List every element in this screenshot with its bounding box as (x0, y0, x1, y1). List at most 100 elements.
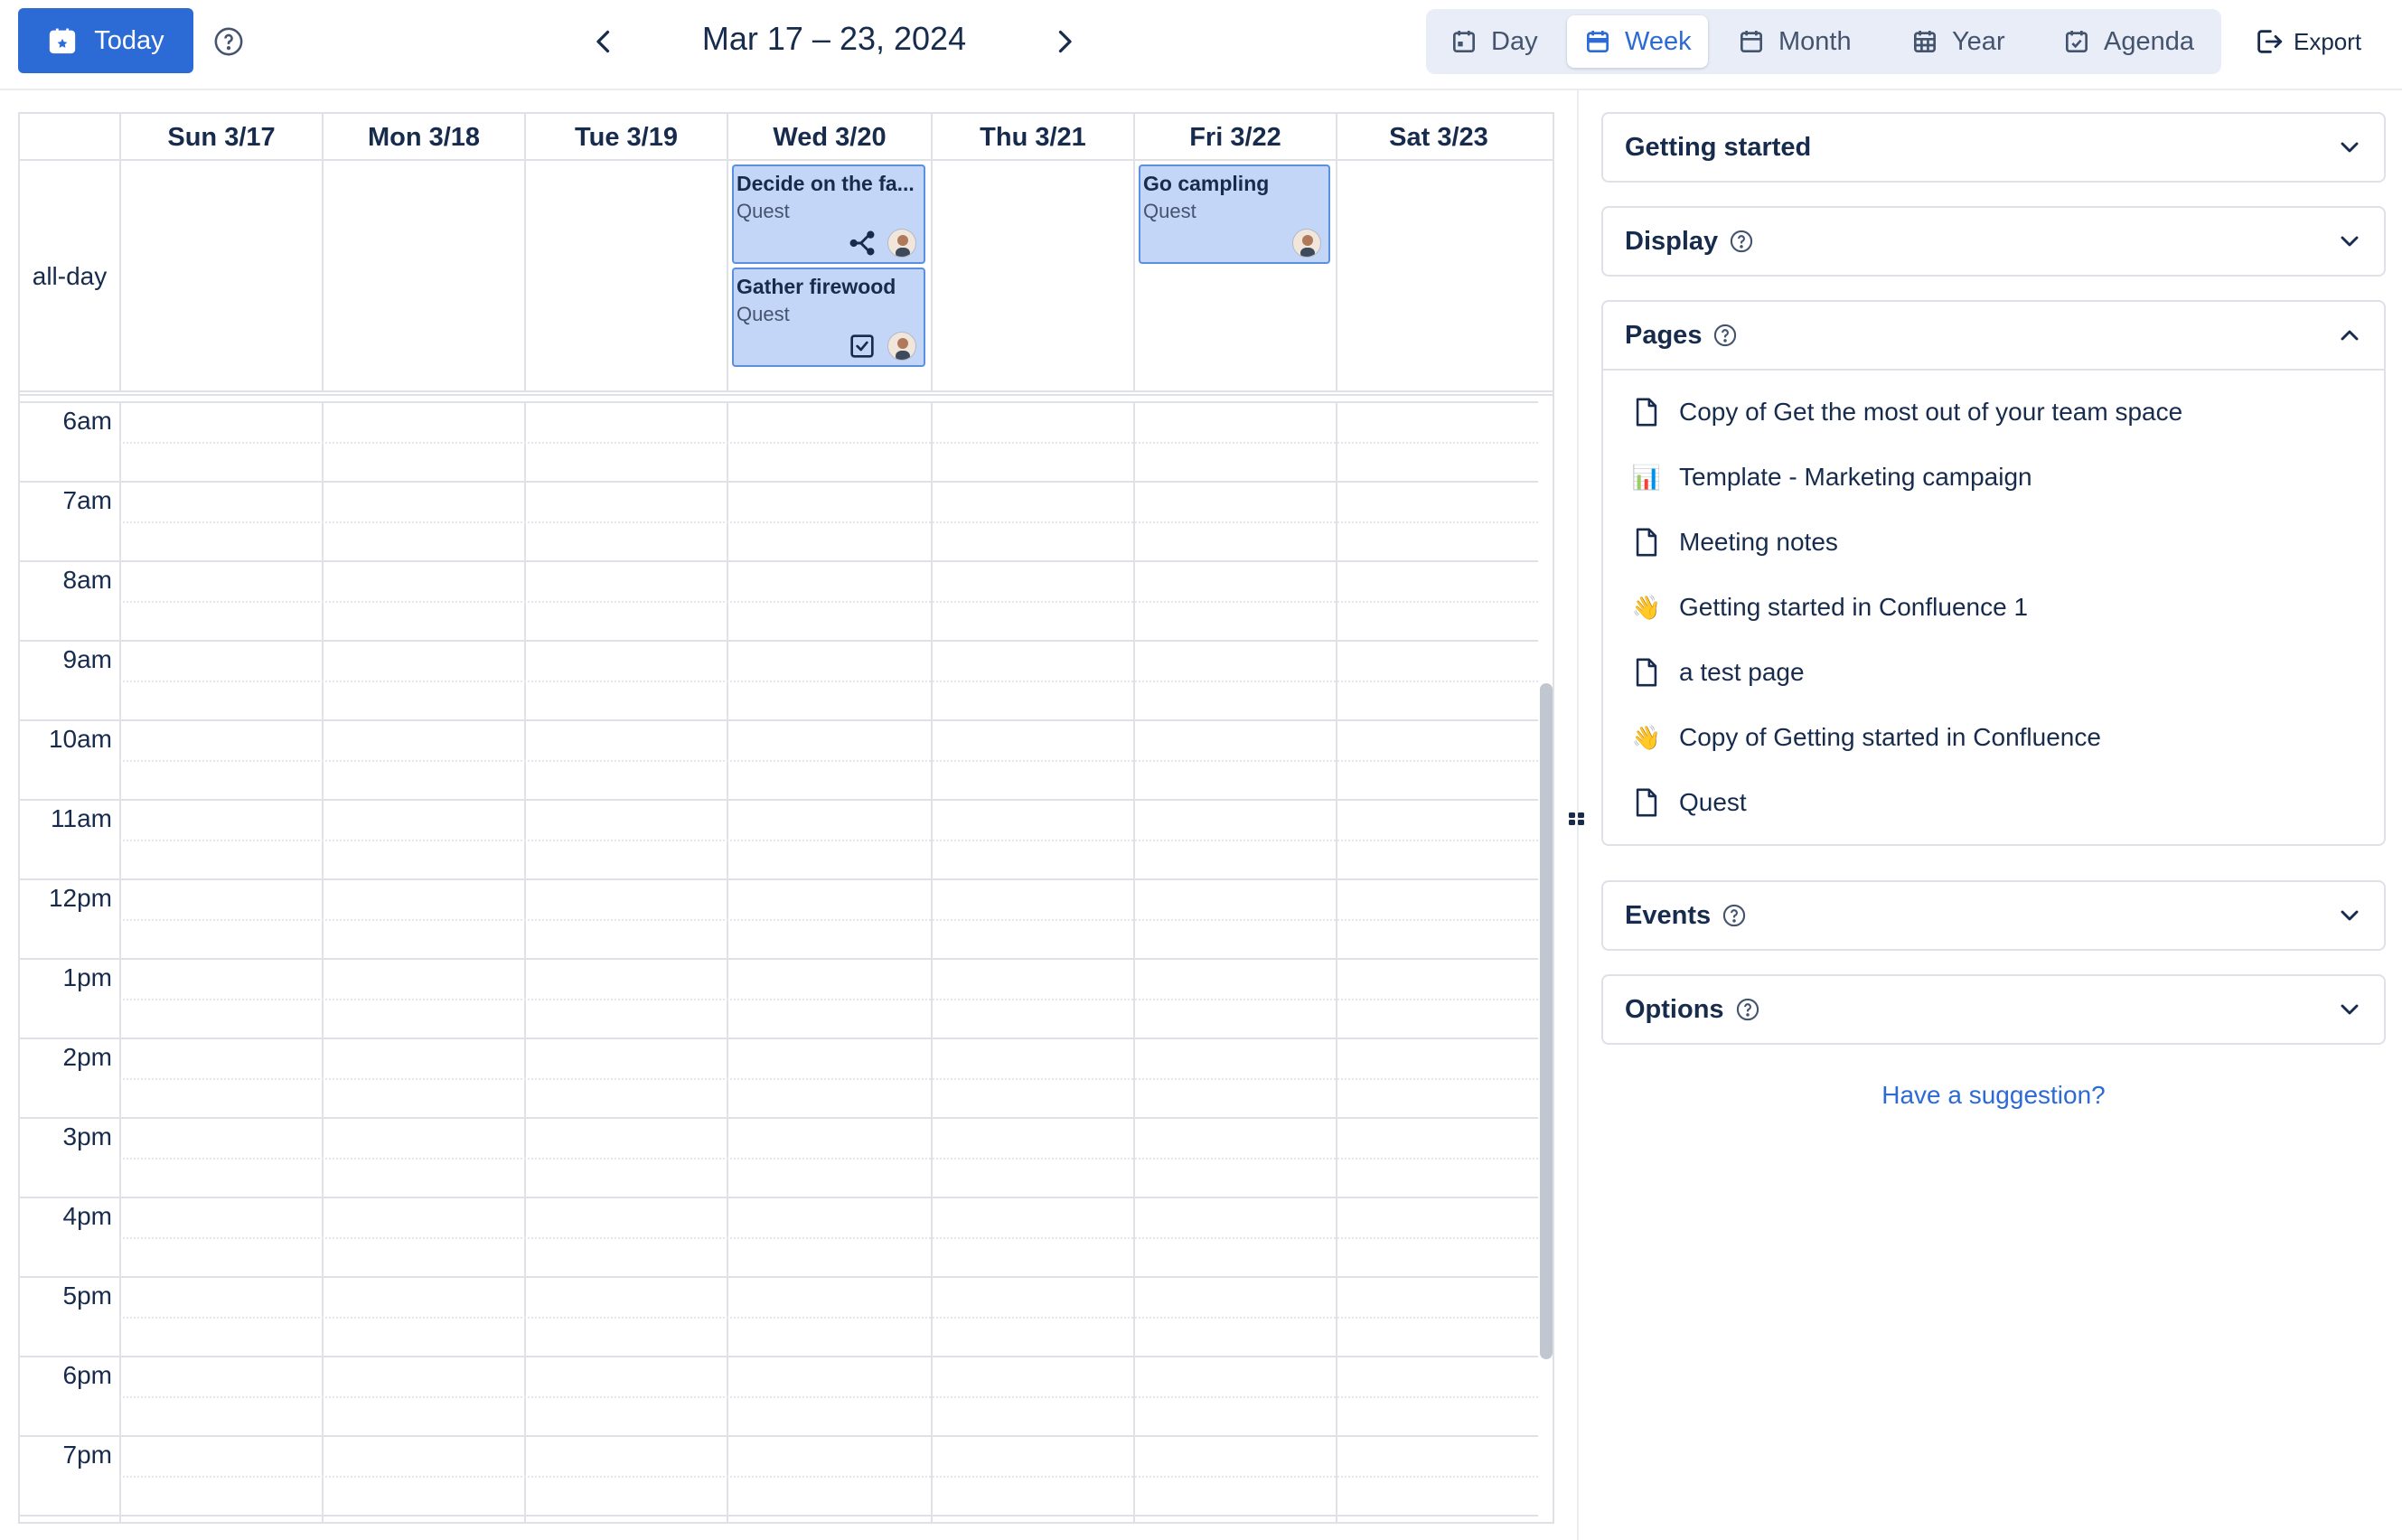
help-icon[interactable] (213, 26, 244, 57)
next-week-button[interactable] (1048, 23, 1081, 60)
hour-label: 6pm (62, 1361, 112, 1389)
resize-handle[interactable] (1567, 799, 1587, 839)
event-subtitle: Quest (1143, 200, 1196, 222)
view-agenda-button[interactable]: Agenda (2046, 15, 2210, 68)
page-list-item[interactable]: Meeting notes (1603, 510, 2384, 575)
view-month-label: Month (1778, 26, 1852, 56)
export-button[interactable]: Export (2254, 23, 2361, 60)
export-label: Export (2294, 27, 2362, 55)
hour-label: 2pm (62, 1043, 112, 1071)
panel-title: Options (1625, 994, 1724, 1024)
hour-label: 6am (62, 407, 112, 435)
day-header-sat: Sat 3/23 (1336, 114, 1540, 161)
view-year-button[interactable]: Year (1894, 15, 2022, 68)
view-week-button[interactable]: Week (1567, 15, 1708, 68)
calendar-month-icon (1741, 31, 1762, 52)
hour-row: 10am (20, 719, 1538, 799)
hour-label: 3pm (62, 1122, 112, 1150)
previous-week-button[interactable] (587, 23, 620, 60)
suggestion-link[interactable]: Have a suggestion? (1601, 1081, 2386, 1110)
hour-label: 11am (51, 804, 112, 832)
help-icon[interactable] (1712, 323, 1738, 348)
page-list-item[interactable]: 👋 Copy of Getting started in Confluence (1603, 705, 2384, 770)
page-label: Template - Marketing campaign (1679, 463, 2032, 491)
day-header-mon: Mon 3/18 (322, 114, 524, 161)
calendar-event[interactable]: Gather firewood Quest (732, 268, 925, 367)
chevron-down-icon (2341, 1004, 2359, 1015)
event-subtitle: Quest (737, 200, 790, 222)
hour-row: 2pm (20, 1038, 1538, 1117)
help-icon[interactable] (1729, 229, 1754, 254)
checkbox-icon (850, 334, 874, 358)
view-day-button[interactable]: Day (1433, 15, 1554, 68)
page-list-item[interactable]: a test page (1603, 640, 2384, 705)
page-label: Quest (1679, 788, 1747, 816)
day-header-sun: Sun 3/17 (119, 114, 322, 161)
avatar[interactable] (1292, 229, 1321, 258)
page-list-item[interactable]: Copy of Get the most out of your team sp… (1603, 380, 2384, 445)
hour-label: 12pm (48, 884, 112, 912)
page-label: Copy of Get the most out of your team sp… (1679, 398, 2183, 426)
event-title: Gather firewood (737, 275, 896, 298)
panel-display-header[interactable]: Display (1603, 208, 2384, 275)
panel-getting-started-header[interactable]: Getting started (1603, 114, 2384, 181)
avatar[interactable] (887, 332, 916, 361)
waving-hand-icon: 👋 (1631, 723, 1662, 751)
panel-options: Options (1601, 974, 2386, 1045)
hour-row: 7am (20, 481, 1538, 560)
panel-pages: Pages Copy of Get the most out of your t… (1601, 300, 2386, 846)
panel-options-header[interactable]: Options (1603, 976, 2384, 1043)
avatar[interactable] (887, 229, 916, 258)
hour-label: 4pm (62, 1202, 112, 1230)
page-label: a test page (1679, 658, 1805, 686)
panel-title: Getting started (1625, 132, 1812, 162)
export-icon (2257, 30, 2283, 53)
calendar-check-icon (2066, 31, 2088, 52)
calendar-scrollbar[interactable] (1540, 683, 1553, 1359)
hour-label: 7pm (62, 1441, 112, 1469)
page-list-item[interactable]: 👋 Getting started in Confluence 1 (1603, 575, 2384, 640)
all-day-row: all-day Decide on the fa... Quest Gather… (20, 161, 1553, 396)
drag-handle-icon (1569, 812, 1584, 825)
calendar-day-icon (1453, 31, 1475, 52)
panel-events-header[interactable]: Events (1603, 882, 2384, 949)
day-header-wed: Wed 3/20 (727, 114, 931, 161)
calendar-event[interactable]: Decide on the fa... Quest (732, 164, 925, 264)
panel-title: Pages (1625, 320, 1703, 350)
today-button[interactable]: Today (18, 8, 193, 73)
hour-row: 8am (20, 560, 1538, 640)
view-month-button[interactable]: Month (1721, 15, 1868, 68)
panel-title: Display (1625, 226, 1719, 256)
hour-row: 12pm (20, 878, 1538, 958)
day-header-tue: Tue 3/19 (524, 114, 727, 161)
hour-label: 9am (62, 645, 112, 673)
page-label: Copy of Getting started in Confluence (1679, 723, 2101, 751)
panel-display: Display (1601, 206, 2386, 277)
calendar-toolbar: Today Mar 17 – 23, 2024 Day Week Month Y… (0, 0, 2402, 90)
calendar-event[interactable]: Go campling Quest (1139, 164, 1330, 264)
page-list-item[interactable]: 📊 Template - Marketing campaign (1603, 445, 2384, 510)
hour-row: 3pm (20, 1117, 1538, 1197)
hour-row: 4pm (20, 1197, 1538, 1276)
page-list-item[interactable]: Quest (1603, 770, 2384, 835)
calendar-year-icon (1914, 31, 1936, 52)
day-header-row: Sun 3/17 Mon 3/18 Tue 3/19 Wed 3/20 Thu … (20, 114, 1553, 161)
hour-label: 8am (62, 566, 112, 594)
pages-list: Copy of Get the most out of your team sp… (1603, 369, 2384, 844)
hour-label: 7am (62, 486, 112, 514)
view-agenda-label: Agenda (2104, 26, 2194, 56)
help-icon[interactable] (1722, 903, 1747, 928)
help-icon[interactable] (1735, 997, 1760, 1022)
calendar-week-icon (1587, 31, 1609, 52)
view-year-label: Year (1952, 26, 2005, 56)
day-header-fri: Fri 3/22 (1133, 114, 1336, 161)
view-week-label: Week (1625, 26, 1692, 56)
calendar-star-icon (50, 28, 76, 54)
page-label: Getting started in Confluence 1 (1679, 593, 2029, 621)
bar-chart-icon: 📊 (1631, 463, 1662, 491)
page-icon (1632, 656, 1661, 689)
panel-pages-header[interactable]: Pages (1603, 302, 2384, 369)
hour-row: 6pm (20, 1356, 1538, 1435)
time-grid[interactable]: 6am 7am 8am 9am 10am 11am 12pm 1pm 2pm 3… (20, 401, 1553, 1522)
chevron-down-icon (2341, 236, 2359, 247)
